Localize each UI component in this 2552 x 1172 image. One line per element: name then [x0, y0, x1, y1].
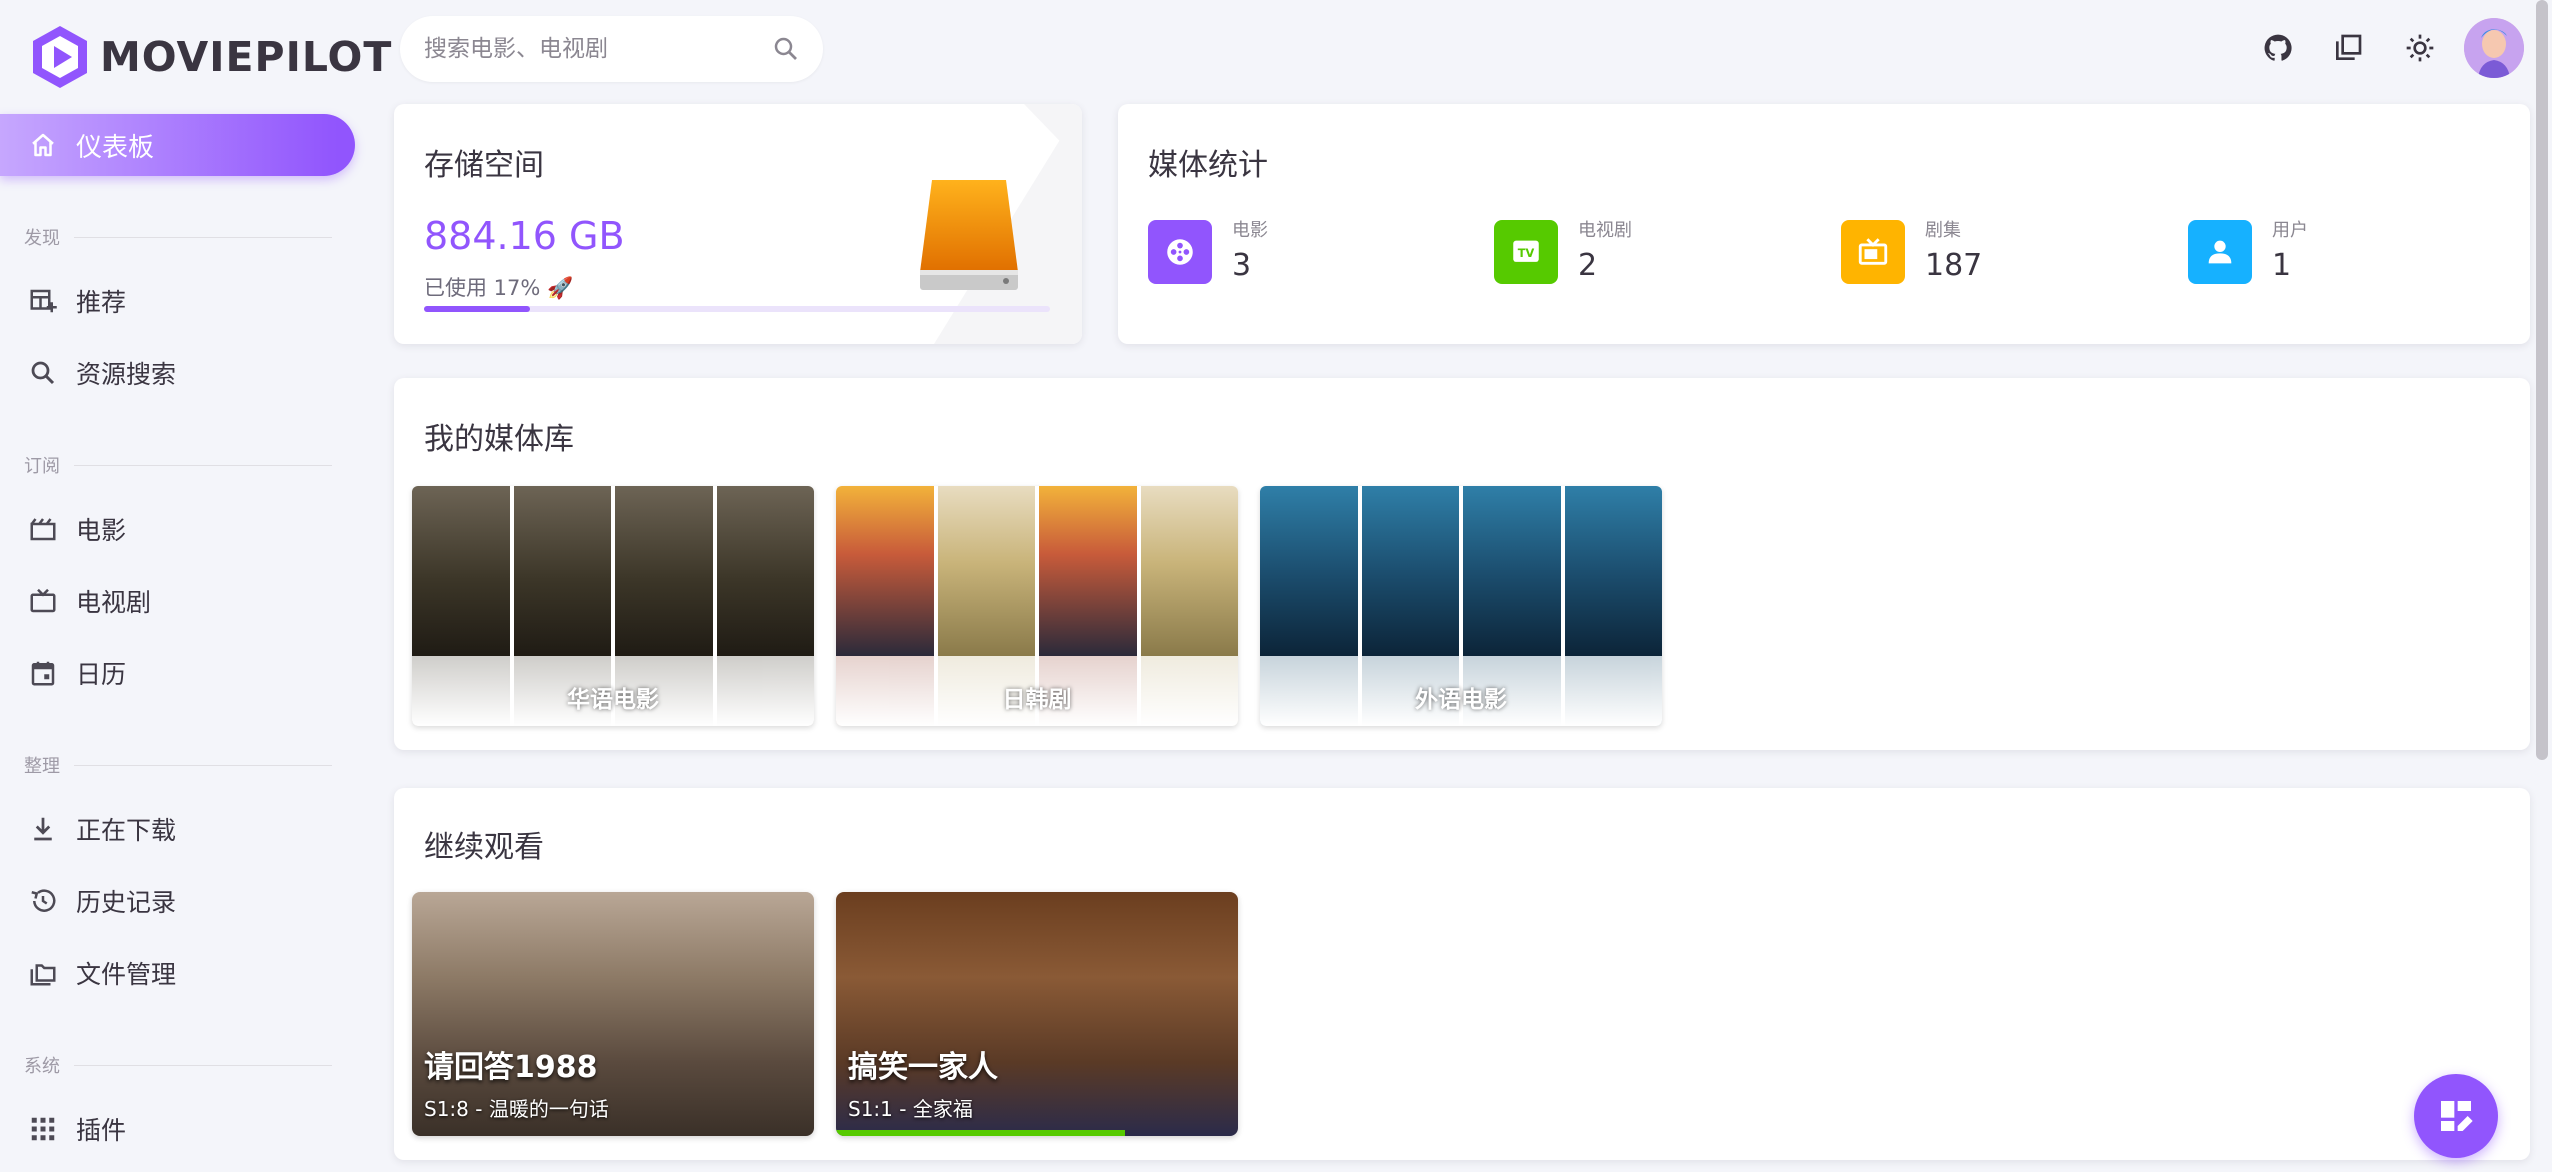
- stat-label: 剧集: [1925, 220, 1961, 241]
- stat-label: 用户: [2272, 220, 2308, 241]
- folder-multiple-icon: [26, 956, 60, 990]
- continue-item-subtitle: S1:1 - 全家福: [848, 1097, 973, 1121]
- section-organize: 整理: [24, 752, 332, 778]
- sidebar-item-label: 电影: [76, 516, 127, 545]
- library-name: 华语电影: [567, 687, 659, 713]
- stat-value: 1: [2272, 248, 2292, 283]
- movie-clapper-icon: [26, 512, 60, 546]
- sidebar-item-downloading[interactable]: 正在下载: [0, 798, 355, 860]
- sidebar-item-label: 推荐: [76, 288, 127, 317]
- tv-icon: TV: [1494, 220, 1558, 284]
- library-item-jp-kr-drama[interactable]: 日韩剧: [836, 486, 1238, 726]
- sidebar-item-dashboard[interactable]: 仪表板: [0, 114, 355, 176]
- storage-progress-fill: [424, 306, 531, 312]
- github-icon[interactable]: [2256, 26, 2300, 70]
- continue-watching-title: 继续观看: [424, 830, 544, 865]
- stat-value: 187: [1925, 248, 1983, 283]
- stat-label: 电影: [1232, 220, 1268, 241]
- sidebar: MOVIEPILOT 仪表板 发现 推荐 资源搜索 订阅 电影 电视剧 日历 整…: [0, 0, 391, 1172]
- sidebar-item-label: 电视剧: [76, 588, 152, 617]
- theme-sun-icon[interactable]: [2398, 26, 2442, 70]
- edit-layout-icon: [2441, 1101, 2473, 1131]
- avatar[interactable]: [2464, 18, 2524, 78]
- continue-item-reply-1988[interactable]: 请回答1988 S1:8 - 温暖的一句话: [412, 892, 814, 1136]
- stat-episodes: 剧集 187: [1841, 220, 1982, 284]
- history-icon: [26, 884, 60, 918]
- sidebar-item-label: 仪表板: [76, 132, 155, 163]
- library-name: 日韩剧: [1002, 687, 1072, 713]
- storage-value: 884.16 GB: [424, 214, 625, 258]
- user-avatar-image: [2464, 18, 2524, 78]
- media-stats-card: 媒体统计 电影 3 TV 电视剧 2 剧集 187 用户 1: [1118, 104, 2530, 344]
- library-item-chinese-movies[interactable]: 华语电影: [412, 486, 814, 726]
- section-subscribe: 订阅: [24, 452, 332, 478]
- library-item-foreign-movies[interactable]: 外语电影: [1260, 486, 1662, 726]
- calendar-icon: [26, 656, 60, 690]
- tv-icon: [26, 584, 60, 618]
- user-icon: [2188, 220, 2252, 284]
- sidebar-item-file-manager[interactable]: 文件管理: [0, 942, 355, 1004]
- storage-title: 存储空间: [424, 148, 544, 183]
- search-input[interactable]: [424, 36, 771, 62]
- stat-users: 用户 1: [2188, 220, 2308, 284]
- search-icon: [26, 356, 60, 390]
- stat-tv: TV 电视剧 2: [1494, 220, 1632, 284]
- section-system: 系统: [24, 1052, 332, 1078]
- storage-card: 存储空间 884.16 GB 已使用 17% 🚀: [394, 104, 1082, 344]
- home-icon: [26, 128, 60, 162]
- sidebar-item-label: 插件: [76, 1116, 127, 1145]
- sidebar-item-history[interactable]: 历史记录: [0, 870, 355, 932]
- continue-item-family[interactable]: 搞笑一家人 S1:1 - 全家福: [836, 892, 1238, 1136]
- table-icon: [26, 284, 60, 318]
- sidebar-item-label: 日历: [76, 660, 127, 689]
- logo-icon: [33, 26, 87, 88]
- sidebar-item-label: 正在下载: [76, 816, 177, 845]
- sidebar-item-resource-search[interactable]: 资源搜索: [0, 342, 355, 404]
- app-name: MOVIEPILOT: [100, 33, 393, 81]
- stat-label: 电视剧: [1578, 220, 1632, 241]
- library-posters: [1260, 486, 1662, 656]
- customize-dashboard-button[interactable]: [2414, 1074, 2498, 1158]
- sidebar-item-label: 历史记录: [76, 888, 177, 917]
- library-title: 我的媒体库: [424, 422, 574, 457]
- continue-item-title: 搞笑一家人: [848, 1050, 998, 1085]
- media-stats-title: 媒体统计: [1148, 148, 1268, 183]
- app-logo[interactable]: MOVIEPILOT: [30, 24, 392, 90]
- apps-grid-icon: [26, 1112, 60, 1146]
- continue-item-title: 请回答1988: [424, 1050, 598, 1085]
- hard-drive-icon: [920, 180, 1018, 290]
- stat-movies: 电影 3: [1148, 220, 1268, 284]
- storage-progress: [424, 306, 1050, 312]
- episode-tv-icon: [1841, 220, 1905, 284]
- sidebar-item-label: 资源搜索: [76, 360, 177, 389]
- stat-value: 3: [1232, 248, 1252, 283]
- movie-reel-icon: [1148, 220, 1212, 284]
- library-posters: [836, 486, 1238, 656]
- sidebar-item-tv[interactable]: 电视剧: [0, 570, 355, 632]
- sidebar-item-recommend[interactable]: 推荐: [0, 270, 355, 332]
- sidebar-item-plugins[interactable]: 插件: [0, 1098, 355, 1160]
- sidebar-item-movies[interactable]: 电影: [0, 498, 355, 560]
- library-posters: [412, 486, 814, 656]
- page-scrollbar[interactable]: [2536, 0, 2548, 760]
- search-bar[interactable]: [400, 16, 823, 82]
- download-icon: [26, 812, 60, 846]
- copy-icon[interactable]: [2326, 26, 2370, 70]
- svg-text:TV: TV: [1518, 246, 1535, 260]
- search-icon[interactable]: [771, 34, 801, 64]
- continue-item-progress: [836, 1130, 1126, 1136]
- section-discover: 发现: [24, 224, 332, 250]
- stat-value: 2: [1578, 248, 1598, 283]
- storage-used-label: 已使用 17% 🚀: [424, 276, 574, 300]
- library-name: 外语电影: [1415, 687, 1507, 713]
- sidebar-item-label: 文件管理: [76, 960, 177, 989]
- sidebar-item-calendar[interactable]: 日历: [0, 642, 355, 704]
- continue-item-subtitle: S1:8 - 温暖的一句话: [424, 1097, 609, 1121]
